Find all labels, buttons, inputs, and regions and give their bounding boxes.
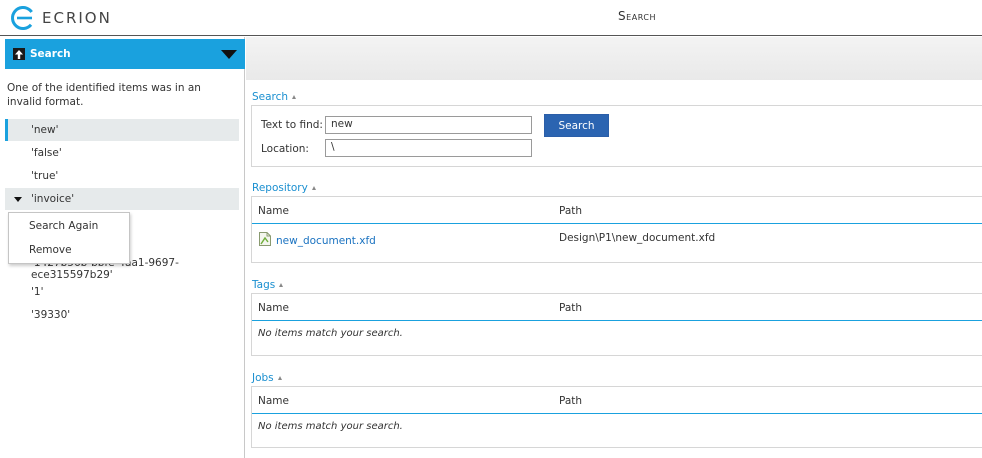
remove-menu-item[interactable]: Remove — [9, 238, 129, 262]
search-term-item[interactable]: 'new' — [5, 119, 239, 141]
column-header-path[interactable]: Path — [559, 302, 582, 314]
jobs-table: Name Path No items match your search. — [251, 386, 982, 448]
ecrion-logo[interactable]: ECRION — [10, 5, 112, 31]
document-path: Design\P1\new_document.xfd — [559, 232, 716, 244]
search-term-label: 'invoice' — [31, 193, 75, 205]
collapse-icon[interactable] — [279, 283, 284, 287]
location-input[interactable]: \ — [325, 139, 532, 157]
app-header: ECRION Search — [0, 0, 982, 36]
search-term-item[interactable]: 'false' — [5, 142, 239, 164]
jobs-section-title: Jobs — [252, 372, 274, 384]
search-button[interactable]: Search — [544, 114, 609, 137]
column-header-name[interactable]: Name — [258, 395, 289, 407]
search-section-title: Search — [252, 91, 289, 103]
search-term-item[interactable]: '39330' — [5, 304, 239, 326]
document-name-link[interactable]: new_document.xfd — [276, 235, 376, 247]
invalid-format-message: One of the identified items was in an in… — [7, 82, 201, 108]
search-panel-header[interactable]: Search — [5, 39, 245, 69]
tags-section-title: Tags — [252, 279, 276, 291]
table-header: Name Path — [252, 197, 982, 224]
search-term-label: '39330' — [31, 309, 71, 321]
toolbar — [246, 37, 982, 80]
column-header-name[interactable]: Name — [258, 302, 289, 314]
ecrion-logo-icon — [11, 6, 35, 30]
search-section-header[interactable]: Search — [252, 91, 297, 103]
search-term-item[interactable]: 'true' — [5, 165, 239, 187]
location-label: Location: — [261, 143, 309, 155]
search-term-label: 'false' — [31, 147, 62, 159]
jobs-section-header[interactable]: Jobs — [252, 372, 282, 384]
search-term-item[interactable]: 'invoice' — [5, 188, 239, 210]
text-to-find-label: Text to find: — [261, 119, 323, 131]
collapse-icon[interactable] — [277, 376, 282, 380]
search-results-area: Search Text to find: new Location: \ Sea… — [246, 37, 982, 458]
search-panel-title: Search — [30, 48, 71, 60]
search-term-label: 'true' — [31, 170, 59, 182]
collapse-triangle-icon[interactable] — [221, 50, 237, 59]
column-header-path[interactable]: Path — [559, 395, 582, 407]
table-header: Name Path — [252, 387, 982, 414]
dropdown-caret-icon[interactable] — [14, 197, 22, 202]
search-history-panel: Search One of the identified items was i… — [0, 37, 245, 458]
arrow-up-icon[interactable] — [13, 48, 25, 60]
search-term-label: '1' — [31, 286, 44, 298]
repository-section-title: Repository — [252, 182, 308, 194]
collapse-icon[interactable] — [292, 95, 297, 99]
table-header: Name Path — [252, 294, 982, 321]
logo-text: ECRION — [42, 9, 112, 27]
collapse-icon[interactable] — [311, 186, 316, 190]
empty-results-message: No items match your search. — [258, 328, 403, 339]
empty-results-message: No items match your search. — [258, 421, 403, 432]
repository-table: Name Path new_document.xfd Design\P1\new… — [251, 196, 982, 263]
tags-section-header[interactable]: Tags — [252, 279, 284, 291]
column-header-path[interactable]: Path — [559, 205, 582, 217]
search-again-menu-item[interactable]: Search Again — [9, 214, 129, 238]
tags-table: Name Path No items match your search. — [251, 293, 982, 356]
page-title: Search — [618, 9, 656, 23]
search-form-box: Text to find: new Location: \ Search — [251, 105, 982, 167]
search-term-label: 'new' — [31, 124, 59, 136]
repository-section-header[interactable]: Repository — [252, 182, 316, 194]
context-menu: Search Again Remove — [8, 212, 130, 264]
search-term-item[interactable]: '1' — [5, 281, 239, 303]
column-header-name[interactable]: Name — [258, 205, 289, 217]
xfd-file-icon — [259, 232, 271, 246]
text-to-find-input[interactable]: new — [325, 116, 532, 134]
